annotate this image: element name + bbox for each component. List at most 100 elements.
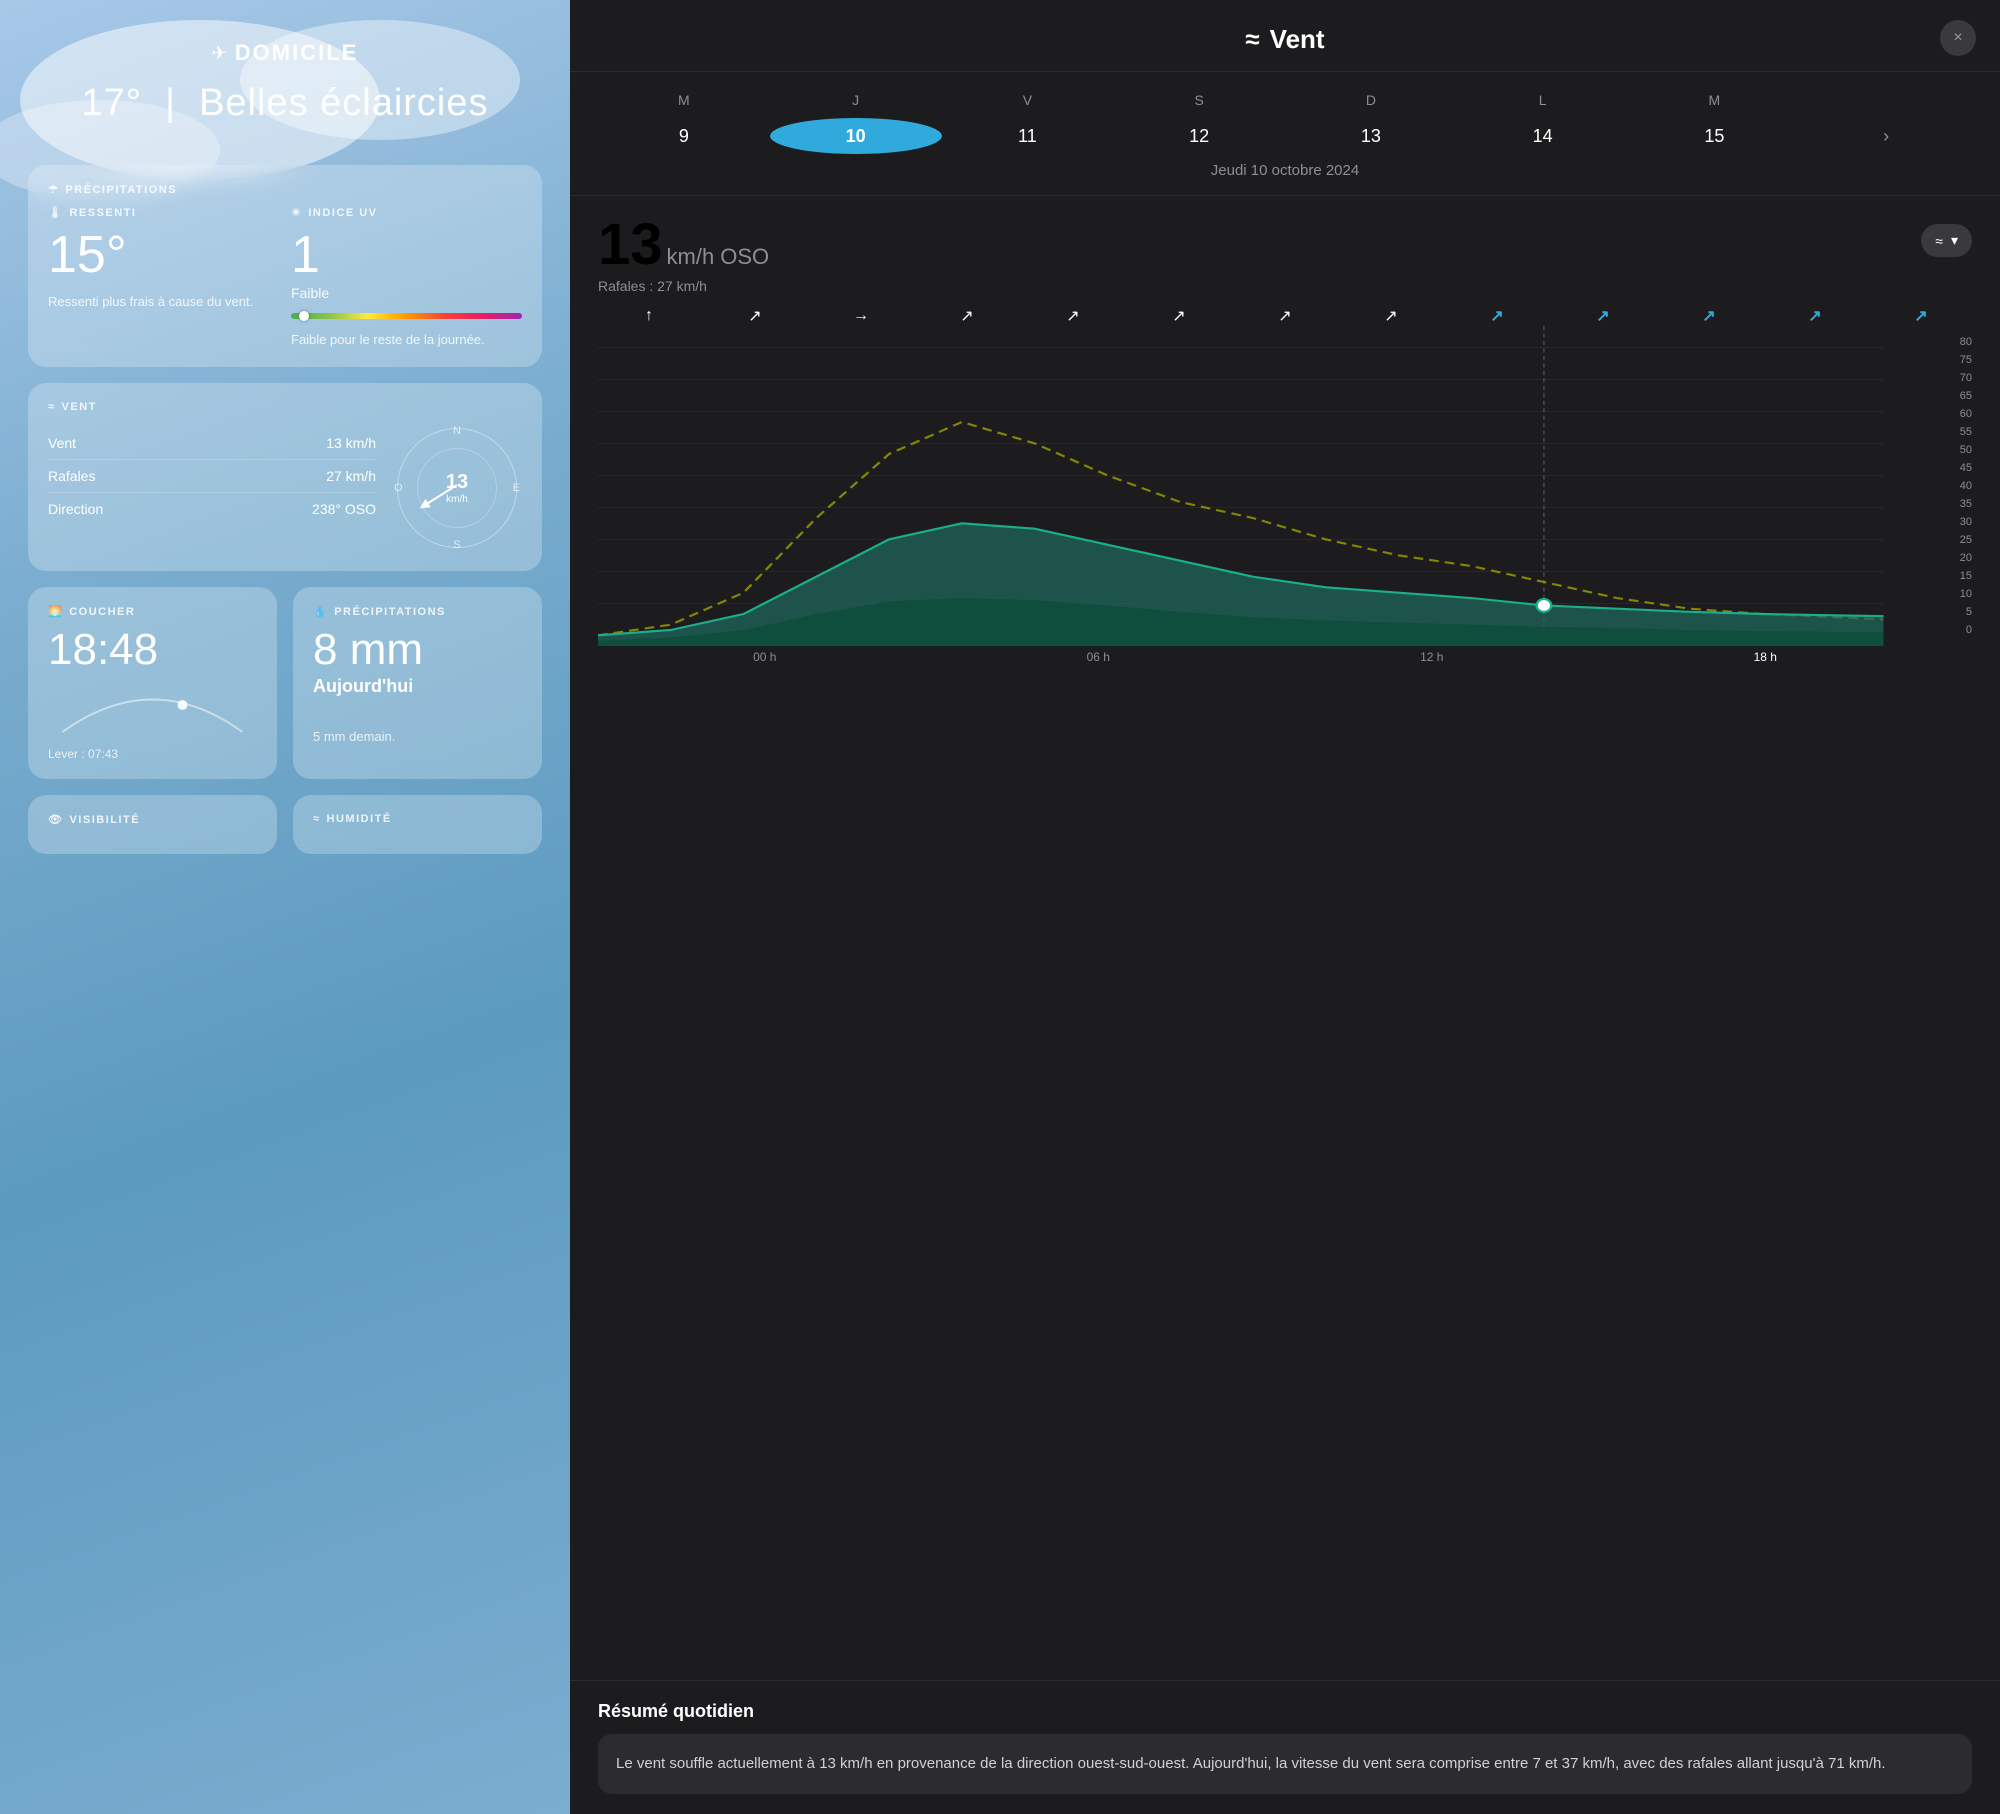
wind-detail-button[interactable]: ≈ ▾ — [1921, 224, 1972, 257]
cal-date-10[interactable]: 10 — [770, 118, 942, 154]
ressenti-title: 🌡 RESSENTI — [48, 206, 279, 219]
wind-gusts: Rafales : 27 km/h — [598, 278, 769, 294]
cal-date-13-wrapper[interactable]: 13 — [1285, 120, 1457, 153]
wind-chart-svg — [598, 326, 1932, 646]
wind-row-vent: Vent 13 km/h — [48, 427, 376, 460]
wind-detail-chevron: ▾ — [1951, 232, 1958, 249]
visibilite-title: 👁 VISIBILITÉ — [48, 813, 257, 826]
y-label-60: 60 — [1960, 408, 1972, 420]
rain-icon: 💧 — [313, 605, 328, 618]
dir-arrow-0: ↑ — [598, 307, 700, 325]
wind-row-rafales: Rafales 27 km/h — [48, 460, 376, 493]
humidity-icon: ≈ — [313, 813, 321, 825]
ressenti-desc: Ressenti plus frais à cause du vent. — [48, 293, 279, 311]
wind-card-inner: Vent 13 km/h Rafales 27 km/h Direction 2… — [48, 423, 522, 553]
y-label-70: 70 — [1960, 372, 1972, 384]
compass-south: S — [453, 539, 460, 551]
ressenti-uv-row: 🌡 RESSENTI 15° Ressenti plus frais à cau… — [48, 206, 522, 349]
dir-arrow-6: ↗ — [1234, 306, 1336, 326]
location-icon: ✈ — [212, 43, 227, 64]
cal-date-12-wrapper[interactable]: 12 — [1113, 120, 1285, 153]
y-label-0: 0 — [1966, 624, 1972, 636]
cal-date-more-wrapper[interactable]: › — [1800, 120, 1972, 153]
compass-east: E — [513, 482, 520, 494]
cards-grid: ☂ PRÉCIPITATIONS 🌡 RESSENTI 15° Ressenti… — [28, 165, 542, 854]
precip-title: 💧 PRÉCIPITATIONS — [313, 605, 522, 618]
y-label-15: 15 — [1960, 570, 1972, 582]
wind-detail-icon: ≈ — [1935, 233, 1943, 249]
wind-speed-section: 13 km/h OSO Rafales : 27 km/h ≈ ▾ — [570, 196, 2000, 294]
cal-date-11-wrapper[interactable]: 11 — [942, 120, 1114, 153]
coucher-card: 🌅 COUCHER 18:48 Lever : 07:43 — [28, 587, 277, 779]
cal-date-11[interactable]: 11 — [942, 120, 1114, 153]
wind-card: ≈ VENT Vent 13 km/h Rafales 27 km/h — [28, 383, 542, 571]
cal-day-4: D — [1285, 92, 1457, 108]
wind-speed-direction: OSO — [720, 244, 769, 270]
close-button[interactable]: × — [1940, 20, 1976, 56]
dir-arrow-9: ↗ — [1552, 306, 1654, 326]
cal-date-10-wrapper[interactable]: 10 — [770, 118, 942, 154]
calendar-dates-row: 9 10 11 12 13 14 15 › — [598, 118, 1972, 154]
wind-speed-display: 13 km/h OSO Rafales : 27 km/h — [598, 216, 769, 294]
uv-subtitle: Faible — [291, 285, 522, 301]
dir-arrow-2: → — [810, 307, 912, 325]
dir-arrow-5: ↗ — [1128, 306, 1230, 326]
left-panel: ✈ DOMICILE 17° | Belles éclaircies ☂ PRÉ… — [0, 0, 570, 1814]
cal-date-9-wrapper[interactable]: 9 — [598, 120, 770, 153]
y-label-50: 50 — [1960, 444, 1972, 456]
precip-subtitle: Aujourd'hui — [313, 676, 522, 697]
daily-summary-text: Le vent souffle actuellement à 13 km/h e… — [616, 1752, 1954, 1776]
coucher-title: 🌅 COUCHER — [48, 605, 257, 618]
precip-header-title: ☂ PRÉCIPITATIONS — [48, 183, 522, 196]
y-label-35: 35 — [1960, 498, 1972, 510]
uv-title: ☀ INDICE UV — [291, 206, 522, 219]
cal-date-15-wrapper[interactable]: 15 — [1629, 120, 1801, 153]
cal-date-15[interactable]: 15 — [1629, 120, 1801, 153]
y-label-40: 40 — [1960, 480, 1972, 492]
humidite-title: ≈ HUMIDITÉ — [313, 813, 522, 825]
ressenti-value: 15° — [48, 229, 279, 281]
uv-value: 1 — [291, 229, 522, 281]
cal-date-more[interactable]: › — [1800, 120, 1972, 153]
wind-speed-line: 13 km/h OSO — [598, 216, 769, 274]
y-label-25: 25 — [1960, 534, 1972, 546]
dir-arrow-1: ↗ — [704, 306, 806, 326]
cal-day-6: M — [1629, 92, 1801, 108]
right-panel: ≈ Vent × M J V S D L M 9 10 11 — [570, 0, 2000, 1814]
sun-icon: ☀ — [291, 206, 302, 219]
thermometer-icon: 🌡 — [48, 206, 63, 219]
compass-west: O — [394, 482, 403, 494]
cal-date-14[interactable]: 14 — [1457, 120, 1629, 153]
cal-date-13[interactable]: 13 — [1285, 120, 1457, 153]
selected-date: Jeudi 10 octobre 2024 — [598, 162, 1972, 179]
precip-value: 8 mm — [313, 628, 522, 672]
calendar-days-row: M J V S D L M — [598, 92, 1972, 108]
y-label-75: 75 — [1960, 354, 1972, 366]
dir-arrow-4: ↗ — [1022, 306, 1124, 326]
cal-day-0: M — [598, 92, 770, 108]
cal-day-1: J — [770, 92, 942, 108]
x-label-12h: 12 h — [1265, 650, 1599, 664]
right-title: ≈ Vent — [1245, 24, 1324, 55]
dir-arrow-11: ↗ — [1764, 306, 1866, 326]
cal-date-12[interactable]: 12 — [1113, 120, 1285, 153]
daily-summary: Résumé quotidien Le vent souffle actuell… — [570, 1680, 2000, 1814]
y-label-55: 55 — [1960, 426, 1972, 438]
compass-north: N — [453, 425, 461, 437]
chart-x-axis: 00 h 06 h 12 h 18 h — [598, 650, 1972, 664]
calendar-section: M J V S D L M 9 10 11 12 13 — [570, 72, 2000, 196]
dir-arrow-12: ↗ — [1870, 306, 1972, 326]
y-label-30: 30 — [1960, 516, 1972, 528]
compass: N S E O 13 km/h — [392, 423, 522, 553]
uv-dot — [299, 311, 309, 321]
y-label-5: 5 — [1966, 606, 1972, 618]
coucher-precip-row: 🌅 COUCHER 18:48 Lever : 07:43 💧 PRÉCIPIT… — [28, 587, 542, 779]
visibilite-card: 👁 VISIBILITÉ — [28, 795, 277, 854]
cal-date-14-wrapper[interactable]: 14 — [1457, 120, 1629, 153]
wind-title: ≈ VENT — [48, 401, 522, 413]
wind-info: Vent 13 km/h Rafales 27 km/h Direction 2… — [48, 423, 376, 553]
sunset-icon: 🌅 — [48, 605, 63, 618]
uv-card: ☀ INDICE UV 1 Faible Faible pour le rest… — [291, 206, 522, 349]
dir-arrow-3: ↗ — [916, 306, 1018, 326]
cal-date-9[interactable]: 9 — [598, 120, 770, 153]
